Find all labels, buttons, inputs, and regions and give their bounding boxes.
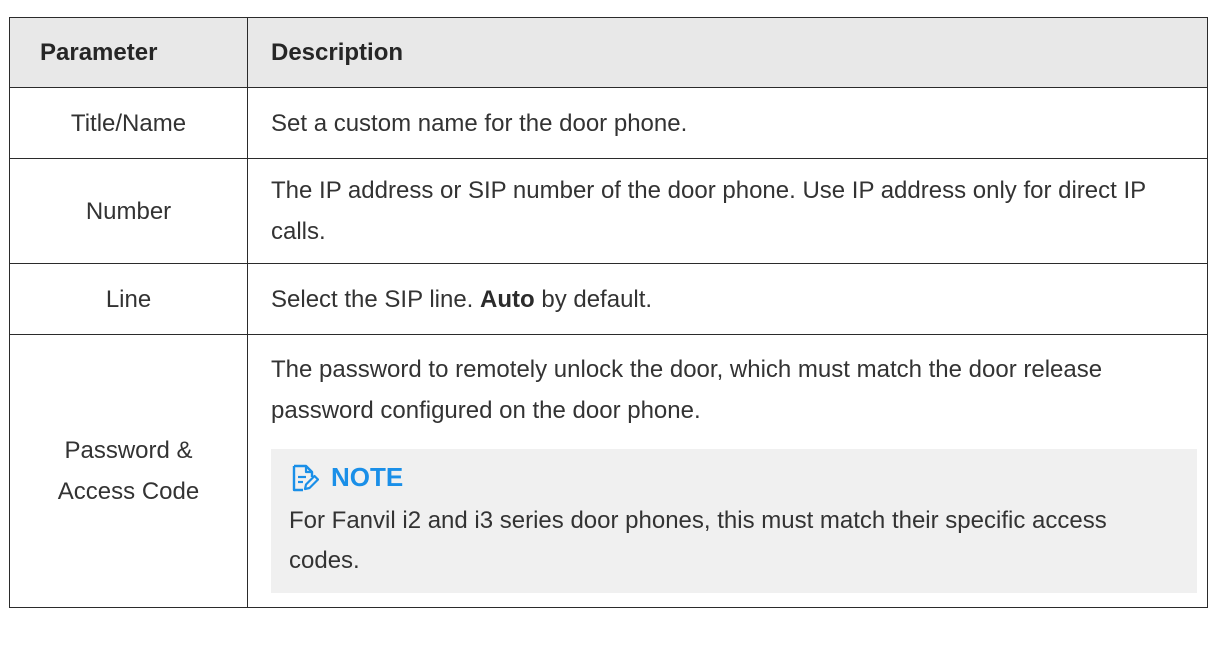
parameter-table: Parameter Description Title/Name Set a c… — [9, 17, 1208, 608]
default-value-bold: Auto — [480, 285, 535, 313]
description-text: by default. — [534, 285, 653, 313]
parameter-cell: Title/Name — [9, 87, 248, 159]
description-cell: The IP address or SIP number of the door… — [247, 158, 1208, 264]
note-heading: NOTE — [289, 455, 1175, 499]
table-header-row: Parameter Description — [9, 17, 1208, 88]
description-text: The password to remotely unlock the door… — [271, 356, 1103, 424]
note-text: For Fanvil i2 and i3 series door phones,… — [289, 507, 1107, 574]
table-row: Password & Access Code The password to r… — [9, 334, 1208, 608]
parameter-cell: Line — [9, 263, 248, 335]
description-cell: Set a custom name for the door phone. — [247, 87, 1208, 159]
table-row: Title/Name Set a custom name for the doo… — [9, 87, 1208, 159]
header-parameter: Parameter — [9, 17, 248, 88]
description-cell: The password to remotely unlock the door… — [247, 334, 1208, 608]
header-description: Description — [247, 17, 1208, 88]
description-text: Select the SIP line. — [271, 285, 481, 313]
table-row: Number The IP address or SIP number of t… — [9, 158, 1208, 264]
table-row: Line Select the SIP line. Auto by defaul… — [9, 263, 1208, 335]
description-cell: Select the SIP line. Auto by default. — [247, 263, 1208, 335]
note-edit-icon — [289, 462, 320, 492]
note-heading-text: NOTE — [331, 462, 404, 492]
parameter-cell: Password & Access Code — [9, 334, 248, 608]
note-box: NOTE For Fanvil i2 and i3 series door ph… — [271, 449, 1197, 593]
parameter-cell: Number — [9, 158, 248, 264]
